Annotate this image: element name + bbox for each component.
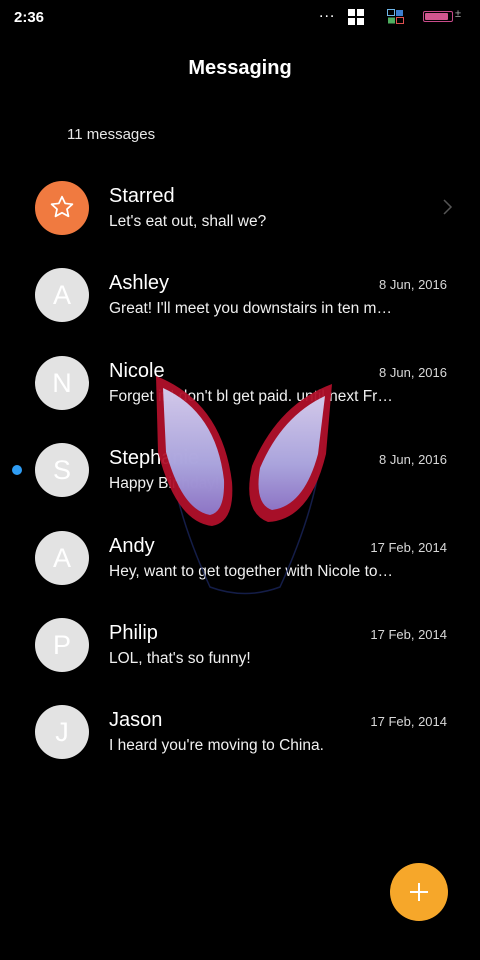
apps-icon: [387, 9, 404, 24]
message-date: 8 Jun, 2016: [379, 277, 447, 293]
starred-avatar: [35, 181, 89, 235]
conversation-row[interactable]: P Philip 17 Feb, 2014 LOL, that's so fun…: [0, 601, 480, 688]
conversation-row[interactable]: S Stephanie 8 Jun, 2016 Happy Birthday!: [0, 426, 480, 513]
grid-icon: [348, 9, 364, 25]
message-preview: Forget it.I don't bl get paid. until nex…: [109, 387, 394, 405]
battery-icon: [423, 11, 453, 22]
contact-name: Andy: [109, 534, 155, 557]
contact-name: Ashley: [109, 272, 170, 295]
status-time: 2:36: [14, 9, 45, 26]
contact-name: Starred: [109, 185, 175, 207]
star-icon: [50, 195, 74, 218]
page-title: Messaging: [188, 57, 292, 79]
message-date: 17 Feb, 2014: [370, 626, 447, 642]
message-date: 17 Feb, 2014: [370, 539, 447, 555]
avatar: P: [35, 617, 89, 672]
message-preview: I heard you're moving to China.: [109, 737, 324, 755]
conversation-row[interactable]: N Nicole 8 Jun, 2016 Forget it.I don't b…: [0, 339, 480, 426]
message-date: 17 Feb, 2014: [370, 714, 447, 730]
message-preview: Great! I'll meet you downstairs in ten m…: [109, 300, 394, 318]
message-preview: LOL, that's so funny!: [109, 649, 251, 667]
message-preview: Let's eat out, shall we?: [109, 213, 267, 230]
conversation-row[interactable]: J Jason 17 Feb, 2014 I heard you're movi…: [0, 688, 480, 775]
new-message-button[interactable]: [390, 863, 448, 921]
message-date: 8 Jun, 2016: [379, 364, 447, 380]
more-notifications-icon: ...: [319, 4, 336, 21]
contact-name: Jason: [109, 709, 163, 732]
battery-level: [425, 13, 449, 20]
message-preview: Hey, want to get together with Nicole to…: [109, 562, 394, 580]
conversation-row[interactable]: A Andy 17 Feb, 2014 Hey, want to get tog…: [0, 514, 480, 601]
avatar: J: [35, 705, 89, 760]
contact-name: Nicole: [109, 359, 165, 382]
unread-indicator: [12, 465, 22, 476]
conversation-list: Starred Let's eat out, shall we? A Ashle…: [0, 164, 480, 776]
conversation-row-starred[interactable]: Starred Let's eat out, shall we?: [0, 164, 480, 251]
chevron-right-icon: [443, 199, 453, 215]
message-count: 11 messages: [67, 126, 156, 143]
message-preview: Happy Birthday!: [109, 475, 220, 493]
conversation-row[interactable]: A Ashley 8 Jun, 2016 Great! I'll meet yo…: [0, 251, 480, 338]
message-date: 8 Jun, 2016: [379, 452, 447, 468]
avatar: A: [35, 530, 89, 585]
avatar: S: [35, 443, 89, 498]
charging-icon: ±: [455, 8, 462, 20]
contact-name: Philip: [109, 621, 158, 644]
avatar: N: [35, 355, 89, 410]
avatar: A: [35, 268, 89, 323]
contact-name: Stephanie: [109, 447, 200, 470]
status-bar: 2:36 ... ±: [0, 0, 480, 34]
